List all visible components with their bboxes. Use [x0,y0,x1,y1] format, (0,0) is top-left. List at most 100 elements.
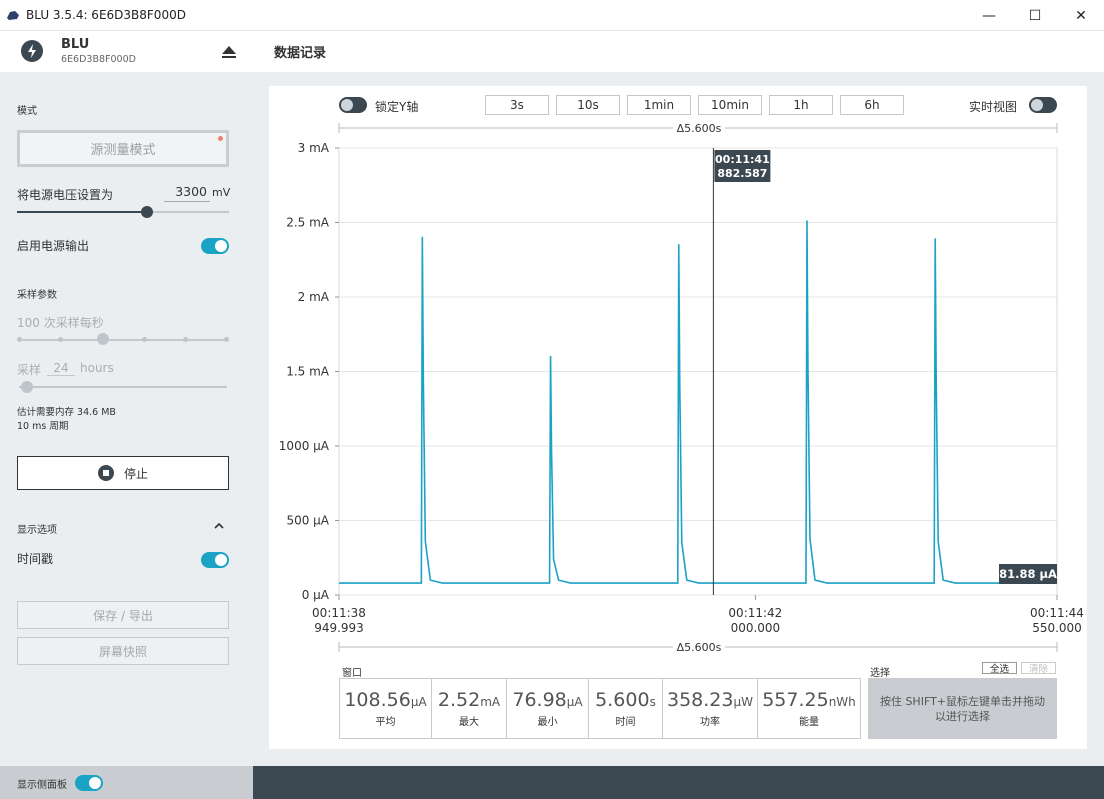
stat-label: 平均 [375,717,396,728]
x-tick-time: 00:11:44 [1030,606,1084,620]
sample-prefix: 采样 [17,363,42,377]
sample-duration-input[interactable]: 24 [47,361,75,376]
power-output-label: 启用电源输出 [17,239,90,253]
spike-peak [677,244,680,246]
voltage-slider-thumb[interactable] [141,206,153,218]
x-tick-time: 00:11:38 [312,606,366,620]
y-tick-label: 2 mA [298,290,330,304]
sample-duration-slider-thumb[interactable] [21,381,33,393]
page-title: 数据记录 [274,46,327,61]
source-meter-mode-button[interactable]: 源测量模式 [17,130,229,167]
memory-estimate: 估计需要内存 34.6 MB [17,407,116,418]
stat-value: 5.600s [595,689,656,711]
device-name: BLU [61,37,90,52]
clear-button[interactable]: 清除 [1021,662,1056,675]
y-tick-label: 0 μA [302,588,330,602]
stop-icon [97,465,114,481]
x-tick-sub: 000.000 [731,621,781,635]
sample-duration-unit: hours [80,361,114,375]
stat-number: 2.52 [437,689,481,711]
sample-rate-tick [58,337,63,342]
stat-cell: 76.98μA 最小 [507,679,589,738]
selection-hint: 按住 SHIFT+鼠标左键单击并拖动以进行选择 [868,678,1057,739]
bottom-status-bar [253,766,1104,799]
delta-top-label: Δ5.600s [677,122,722,135]
stat-number: 5.600 [595,689,650,711]
stat-value: 2.52mA [438,689,500,711]
chevron-up-icon[interactable] [213,520,225,532]
stat-cell: 358.23μW 功率 [663,679,758,738]
voltage-label: 将电源电压设置为 [17,188,114,202]
sampling-label: 采样参数 [17,290,57,301]
stat-cell: 557.25nWh 能量 [758,679,860,738]
stat-cell: 2.52mA 最大 [432,679,507,738]
voltage-input[interactable]: 3300 [164,184,210,202]
y-tick-label: 3 mA [298,141,330,155]
stat-label: 最大 [459,717,479,728]
stat-number: 76.98 [512,689,567,711]
sample-rate-tick [17,337,22,342]
eject-icon[interactable] [221,44,237,60]
lightning-icon [21,40,43,62]
stop-button[interactable]: 停止 [17,456,229,490]
app-icon [7,11,19,20]
data-logger-panel: 锁定Y轴 3s 10s 1min 10min 1h 6h 实时视图 3 mA 2.5 mA 2… [269,86,1087,749]
window-title: BLU 3.5.4: 6E6D3B8F000D [26,8,186,22]
sample-rate-slider-track[interactable] [19,339,227,341]
power-output-toggle[interactable] [201,238,229,254]
x-tick-sub: 550.000 [1032,621,1082,635]
stat-label: 时间 [615,717,636,728]
device-serial: 6E6D3B8F000D [61,54,136,65]
display-options-label: 显示选项 [17,525,57,536]
sample-rate-tick [224,337,229,342]
stat-number: 557.25 [762,689,829,711]
x-tick-sub: 949.993 [314,621,364,635]
stat-value: 358.23μW [667,689,753,711]
cursor-value: 882.587 [717,167,767,180]
screenshot-button[interactable]: 屏幕快照 [17,637,229,665]
mode-button-label: 源测量模式 [90,143,156,158]
spike-peak [549,355,552,358]
sample-rate-label: 100 次采样每秒 [17,316,104,330]
save-export-button[interactable]: 保存 / 导出 [17,601,229,629]
voltage-unit: mV [212,186,231,199]
sample-period: 10 ms 周期 [17,421,69,432]
stat-label: 最小 [537,717,558,728]
stat-value: 108.56μA [344,689,426,711]
timestamp-label: 时间戳 [17,552,54,566]
stat-unit: nWh [828,695,856,709]
current-value-label: 81.88 μA [999,567,1057,581]
current-chart[interactable]: 3 mA 2.5 mA 2 mA 1.5 mA 1000 μA 500 μA 0 μA Δ5.… [269,86,1087,666]
device-header: BLU 6E6D3B8F000D [0,31,253,72]
show-sidebar-label: 显示侧面板 [17,780,67,791]
select-all-button[interactable]: 全选 [982,662,1017,675]
close-button[interactable]: ✕ [1058,2,1104,29]
sidebar: BLU 6E6D3B8F000D 模式 源测量模式 将电源电压设置为 3300 … [0,31,253,799]
stat-label: 功率 [700,717,720,728]
stat-label: 能量 [799,717,819,728]
stop-button-label: 停止 [123,466,148,481]
sample-rate-tick [183,337,188,342]
minimize-button[interactable]: — [966,2,1012,29]
current-series-line [339,221,1057,584]
mode-label: 模式 [17,106,37,117]
main-area: 数据记录 锁定Y轴 3s 10s 1min 10min 1h 6h 实时视图 3 mA 2.… [253,31,1104,799]
stat-value: 557.25nWh [762,689,856,711]
stat-cell: 5.600s 时间 [589,679,663,738]
sample-rate-slider-thumb[interactable] [97,333,109,345]
y-tick-label: 2.5 mA [286,216,330,230]
mode-indicator-dot [218,136,223,141]
stat-cell: 108.56μA 平均 [340,679,432,738]
delta-bottom-label: Δ5.600s [677,641,722,654]
stat-number: 358.23 [667,689,734,711]
stats-title: 窗口 [342,668,362,679]
y-tick-label: 1.5 mA [286,365,330,379]
sample-duration-slider-track[interactable] [19,386,227,388]
maximize-button[interactable]: ☐ [1012,2,1058,29]
spike-peak [934,238,936,240]
selection-title: 选择 [870,668,890,679]
spike-peak [806,220,808,222]
y-tick-label: 1000 μA [279,439,330,453]
timestamp-toggle[interactable] [201,552,229,568]
show-sidebar-toggle[interactable] [75,775,103,791]
